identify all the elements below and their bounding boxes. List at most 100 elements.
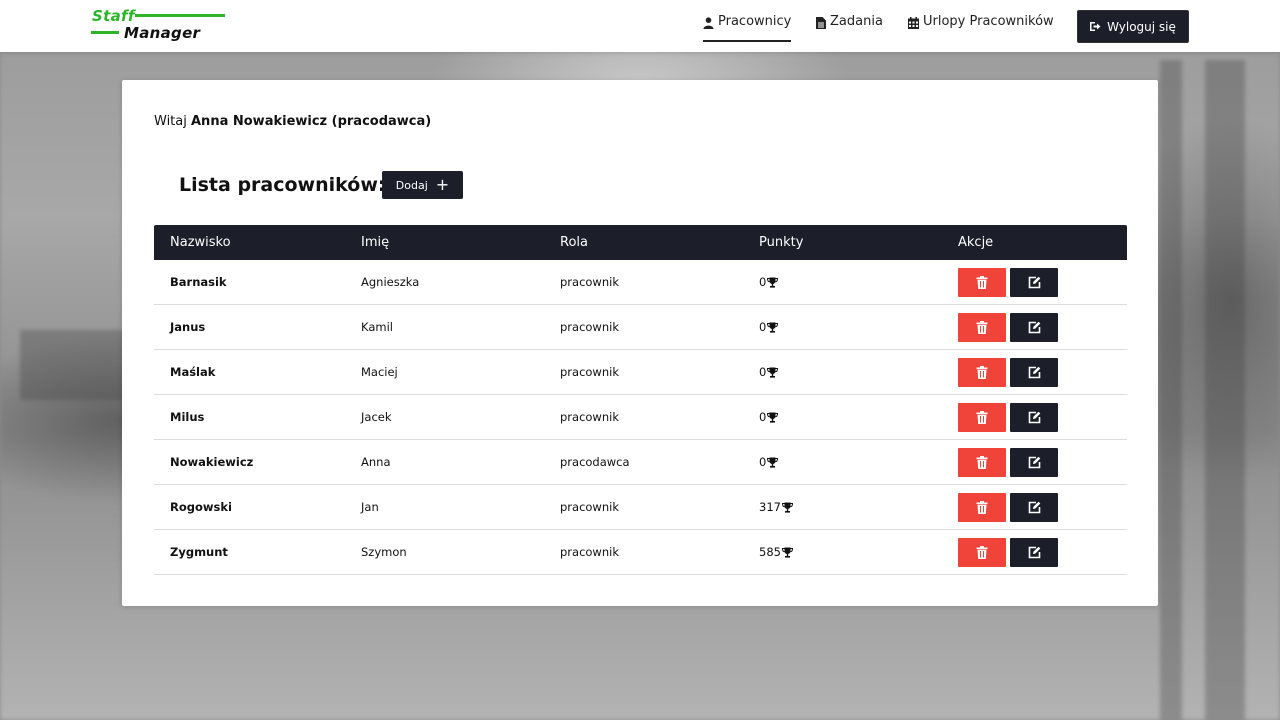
logout-button[interactable]: Wyloguj się <box>1077 10 1189 43</box>
cell-role: pracownik <box>560 410 619 424</box>
points-value: 0 <box>759 455 767 469</box>
cell-name: Szymon <box>361 545 407 559</box>
delete-button[interactable] <box>958 403 1006 432</box>
cell-name: Anna <box>361 455 391 469</box>
cell-name: Kamil <box>361 320 393 334</box>
table-row: Nowakiewicz Anna pracodawca 0 <box>154 440 1127 485</box>
nav-urlopy[interactable]: Urlopy Pracowników <box>908 14 1054 42</box>
file-icon <box>816 17 826 29</box>
list-title: Lista pracowników: <box>179 174 386 196</box>
table-row: Janus Kamil pracownik 0 <box>154 305 1127 350</box>
add-employee-button[interactable]: Dodaj + <box>382 171 463 199</box>
points-value: 317 <box>759 500 781 514</box>
user-icon <box>703 17 714 29</box>
cell-points: 0 <box>759 455 779 469</box>
edit-button[interactable] <box>1010 358 1058 387</box>
cell-role: pracownik <box>560 365 619 379</box>
welcome-prefix: Witaj <box>154 114 187 129</box>
delete-button[interactable] <box>958 538 1006 567</box>
table-body: Barnasik Agnieszka pracownik 0 Janus Kamil pra… <box>154 260 1127 575</box>
nav-urlopy-label: Urlopy Pracowników <box>923 14 1054 29</box>
col-nazwisko: Nazwisko <box>170 235 231 250</box>
cell-role: pracownik <box>560 320 619 334</box>
delete-button[interactable] <box>958 358 1006 387</box>
edit-icon <box>1028 456 1040 469</box>
edit-button[interactable] <box>1010 448 1058 477</box>
table-row: Milus Jacek pracownik 0 <box>154 395 1127 440</box>
points-value: 0 <box>759 275 767 289</box>
trash-icon <box>976 366 988 379</box>
delete-button[interactable] <box>958 268 1006 297</box>
table-row: Zygmunt Szymon pracownik 585 <box>154 530 1127 575</box>
trophy-icon <box>767 457 779 468</box>
edit-button[interactable] <box>1010 538 1058 567</box>
cell-surname: Maślak <box>170 365 216 379</box>
cell-points: 0 <box>759 410 779 424</box>
cell-name: Maciej <box>361 365 398 379</box>
edit-icon <box>1028 411 1040 424</box>
cell-name: Jan <box>361 500 379 514</box>
edit-icon <box>1028 276 1040 289</box>
nav-zadania-label: Zadania <box>830 14 883 29</box>
cell-role: pracownik <box>560 545 619 559</box>
delete-button[interactable] <box>958 448 1006 477</box>
plus-icon: + <box>435 175 450 194</box>
cell-name: Jacek <box>361 410 392 424</box>
trash-icon <box>976 321 988 334</box>
col-akcje: Akcje <box>958 235 994 250</box>
edit-button[interactable] <box>1010 403 1058 432</box>
cell-points: 0 <box>759 320 779 334</box>
edit-icon <box>1028 366 1040 379</box>
cell-surname: Janus <box>170 320 206 334</box>
trophy-icon <box>781 502 793 513</box>
col-rola: Rola <box>560 235 588 250</box>
trophy-icon <box>767 367 779 378</box>
cell-name: Agnieszka <box>361 275 420 289</box>
edit-button[interactable] <box>1010 493 1058 522</box>
delete-button[interactable] <box>958 493 1006 522</box>
table-header: Nazwisko Imię Rola Punkty Akcje <box>154 225 1127 260</box>
cell-surname: Rogowski <box>170 500 232 514</box>
cell-points: 0 <box>759 275 779 289</box>
edit-button[interactable] <box>1010 313 1058 342</box>
cell-surname: Milus <box>170 410 205 424</box>
trash-icon <box>976 276 988 289</box>
table-row: Maślak Maciej pracownik 0 <box>154 350 1127 395</box>
logout-label: Wyloguj się <box>1107 19 1176 34</box>
edit-icon <box>1028 501 1040 514</box>
points-value: 585 <box>759 545 781 559</box>
trophy-icon <box>767 412 779 423</box>
trophy-icon <box>767 322 779 333</box>
delete-button[interactable] <box>958 313 1006 342</box>
welcome-user: Anna Nowakiewicz (pracodawca) <box>191 114 432 129</box>
trophy-icon <box>767 277 779 288</box>
edit-icon <box>1028 546 1040 559</box>
cell-points: 585 <box>759 545 793 559</box>
edit-icon <box>1028 321 1040 334</box>
col-punkty: Punkty <box>759 235 804 250</box>
add-button-label: Dodaj <box>395 178 428 192</box>
table-row: Barnasik Agnieszka pracownik 0 <box>154 260 1127 305</box>
nav-pracownicy-label: Pracownicy <box>718 14 792 29</box>
points-value: 0 <box>759 320 767 334</box>
trash-icon <box>976 546 988 559</box>
calendar-icon <box>908 17 919 29</box>
nav-pracownicy[interactable]: Pracownicy <box>703 14 792 42</box>
staff-manager-logo[interactable]: Staff Manager <box>91 6 227 44</box>
trash-icon <box>976 411 988 424</box>
trash-icon <box>976 501 988 514</box>
cell-points: 317 <box>759 500 793 514</box>
nav-zadania[interactable]: Zadania <box>816 14 883 42</box>
cell-points: 0 <box>759 365 779 379</box>
trash-icon <box>976 456 988 469</box>
welcome-message: Witaj Anna Nowakiewicz (pracodawca) <box>154 114 431 129</box>
cell-surname: Barnasik <box>170 275 227 289</box>
trophy-icon <box>781 547 793 558</box>
cell-role: pracodawca <box>560 455 630 469</box>
edit-button[interactable] <box>1010 268 1058 297</box>
cell-surname: Zygmunt <box>170 545 228 559</box>
points-value: 0 <box>759 365 767 379</box>
employees-card: Witaj Anna Nowakiewicz (pracodawca) List… <box>122 80 1158 606</box>
cell-role: pracownik <box>560 500 619 514</box>
cell-surname: Nowakiewicz <box>170 455 254 469</box>
